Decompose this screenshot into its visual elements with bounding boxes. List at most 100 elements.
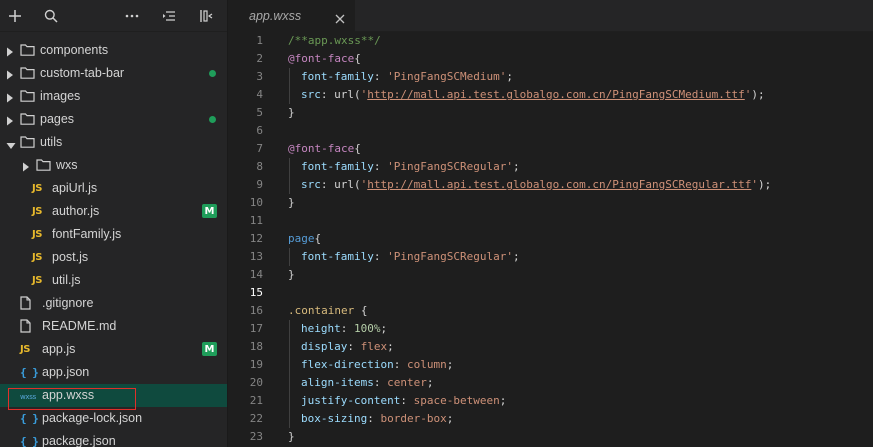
- file-readme-md[interactable]: README.md: [0, 315, 227, 338]
- chevron-right-icon[interactable]: [6, 92, 14, 103]
- code-token: flex: [360, 340, 388, 353]
- code-text: justify-content: space-between;: [288, 394, 506, 408]
- tree-item-label: pages: [40, 112, 75, 126]
- folder-custom-tab-bar[interactable]: custom-tab-bar: [0, 62, 227, 85]
- modified-badge: M: [202, 342, 217, 356]
- code-token: space-between: [413, 394, 500, 407]
- code-text: @font-face{: [288, 142, 361, 156]
- code-line[interactable]: 8 font-family: 'PingFangSCRegular';: [229, 158, 873, 176]
- code-token: :: [320, 178, 335, 191]
- code-line[interactable]: 3 font-family: 'PingFangSCMedium';: [229, 68, 873, 86]
- code-token: height: [301, 322, 341, 335]
- code-text: /**app.wxss**/: [288, 34, 381, 48]
- chevron-right-icon[interactable]: [6, 115, 14, 126]
- code-line[interactable]: 18 display: flex;: [229, 338, 873, 356]
- code-line[interactable]: 7 @font-face{: [229, 140, 873, 158]
- file-post-js[interactable]: JS post.js: [0, 246, 227, 269]
- tree-item-label: package.json: [42, 434, 116, 447]
- file-app-js[interactable]: JS app.js M: [0, 338, 227, 361]
- close-icon[interactable]: [335, 11, 345, 24]
- folder-pages[interactable]: pages: [0, 108, 227, 131]
- json-file-icon: { }: [20, 434, 39, 447]
- code-token: font-family: [301, 250, 374, 263]
- code-text: display: flex;: [288, 340, 394, 354]
- chevron-right-icon[interactable]: [22, 161, 30, 172]
- file-app-wxss[interactable]: wxss app.wxss: [0, 384, 227, 407]
- code-token: ;: [426, 376, 434, 389]
- code-line[interactable]: 9 src: url('http://mall.api.test.globalgo…: [229, 176, 873, 194]
- file-tree: components custom-tab-bar images pages utils…: [0, 39, 227, 447]
- file-gitignore[interactable]: .gitignore: [0, 292, 227, 315]
- line-number: 3: [256, 70, 263, 83]
- code-line[interactable]: 16 .container {: [229, 302, 873, 320]
- folder-wxs[interactable]: wxs: [0, 154, 227, 177]
- tree-item-label: package-lock.json: [42, 411, 143, 425]
- collapse-icon[interactable]: [159, 6, 179, 26]
- code-text: src: url('http://mall.api.test.globalgo.…: [288, 178, 771, 192]
- code-line[interactable]: 13 font-family: 'PingFangSCRegular';: [229, 248, 873, 266]
- folder-icon: [20, 89, 35, 103]
- code-token: :: [340, 322, 354, 335]
- code-token: .container: [288, 304, 355, 317]
- code-token[interactable]: http://mall.api.test.globalgo.com.cn/Pin…: [367, 178, 751, 191]
- search-icon[interactable]: [41, 6, 61, 26]
- file-util-js[interactable]: JS util.js: [0, 269, 227, 292]
- chevron-right-icon[interactable]: [6, 69, 14, 80]
- code-line[interactable]: 19 flex-direction: column;: [229, 356, 873, 374]
- line-number: 20: [249, 376, 263, 389]
- file-package-json[interactable]: { } package.json: [0, 430, 227, 447]
- modified-badge: M: [202, 204, 217, 218]
- code-token[interactable]: http://mall.api.test.globalgo.com.cn/Pin…: [367, 88, 745, 101]
- tree-item-label: app.js: [42, 342, 76, 356]
- folder-icon: [20, 66, 35, 80]
- code-line[interactable]: 21 justify-content: space-between;: [229, 392, 873, 410]
- code-line[interactable]: 20 align-items: center;: [229, 374, 873, 392]
- line-number: 12: [249, 232, 263, 245]
- file-fontfamily-js[interactable]: JS fontFamily.js: [0, 223, 227, 246]
- code-line[interactable]: 15: [229, 284, 873, 302]
- folder-utils[interactable]: utils: [0, 131, 227, 154]
- file-app-json[interactable]: { } app.json: [0, 361, 227, 384]
- folder-icon: [36, 158, 51, 172]
- chevron-down-icon[interactable]: [6, 139, 16, 149]
- line-number: 9: [256, 178, 263, 191]
- code-line[interactable]: 12 page{: [229, 230, 873, 248]
- code-line[interactable]: 14}: [229, 266, 873, 284]
- code-text: font-family: 'PingFangSCRegular';: [288, 250, 520, 264]
- code-token: {: [314, 232, 322, 245]
- code-line[interactable]: 23}: [229, 428, 873, 446]
- file-apiurl-js[interactable]: JS apiUrl.js: [0, 177, 227, 200]
- editor-tab-bar: app.wxss: [229, 0, 873, 32]
- code-line[interactable]: 22 box-sizing: border-box;: [229, 410, 873, 428]
- more-icon[interactable]: [122, 6, 142, 26]
- tree-item-label: util.js: [52, 273, 81, 287]
- code-token: ;: [512, 160, 520, 173]
- file-author-js[interactable]: JS author.js M: [0, 200, 227, 223]
- layout-icon[interactable]: [196, 6, 216, 26]
- code-line[interactable]: 5}: [229, 104, 873, 122]
- add-icon[interactable]: [5, 6, 25, 26]
- line-number: 18: [249, 340, 263, 353]
- code-line[interactable]: 6: [229, 122, 873, 140]
- code-text: src: url('http://mall.api.test.globalgo.…: [288, 88, 765, 102]
- file-package-lock-json[interactable]: { } package-lock.json: [0, 407, 227, 430]
- js-file-icon: JS: [32, 274, 42, 286]
- code-line[interactable]: 4 src: url('http://mall.api.test.globalgo…: [229, 86, 873, 104]
- code-token: 'PingFangSCMedium': [387, 70, 507, 83]
- folder-images[interactable]: images: [0, 85, 227, 108]
- tree-item-label: apiUrl.js: [52, 181, 98, 195]
- code-line[interactable]: 10}: [229, 194, 873, 212]
- line-number: 8: [256, 160, 263, 173]
- tree-item-label: images: [40, 89, 81, 103]
- code-area[interactable]: 1/**app.wxss**/2 @font-face{3 font-family:…: [229, 32, 873, 446]
- code-line[interactable]: 17 height: 100%;: [229, 320, 873, 338]
- code-line[interactable]: 2 @font-face{: [229, 50, 873, 68]
- chevron-right-icon[interactable]: [6, 46, 14, 57]
- line-number: 10: [249, 196, 263, 209]
- code-token: {: [354, 304, 368, 317]
- code-line[interactable]: 1 /**app.wxss**/: [229, 32, 873, 50]
- code-line[interactable]: 11: [229, 212, 873, 230]
- folder-components[interactable]: components: [0, 39, 227, 62]
- json-file-icon: { }: [20, 365, 39, 379]
- tab-app-wxss[interactable]: app.wxss: [229, 0, 355, 32]
